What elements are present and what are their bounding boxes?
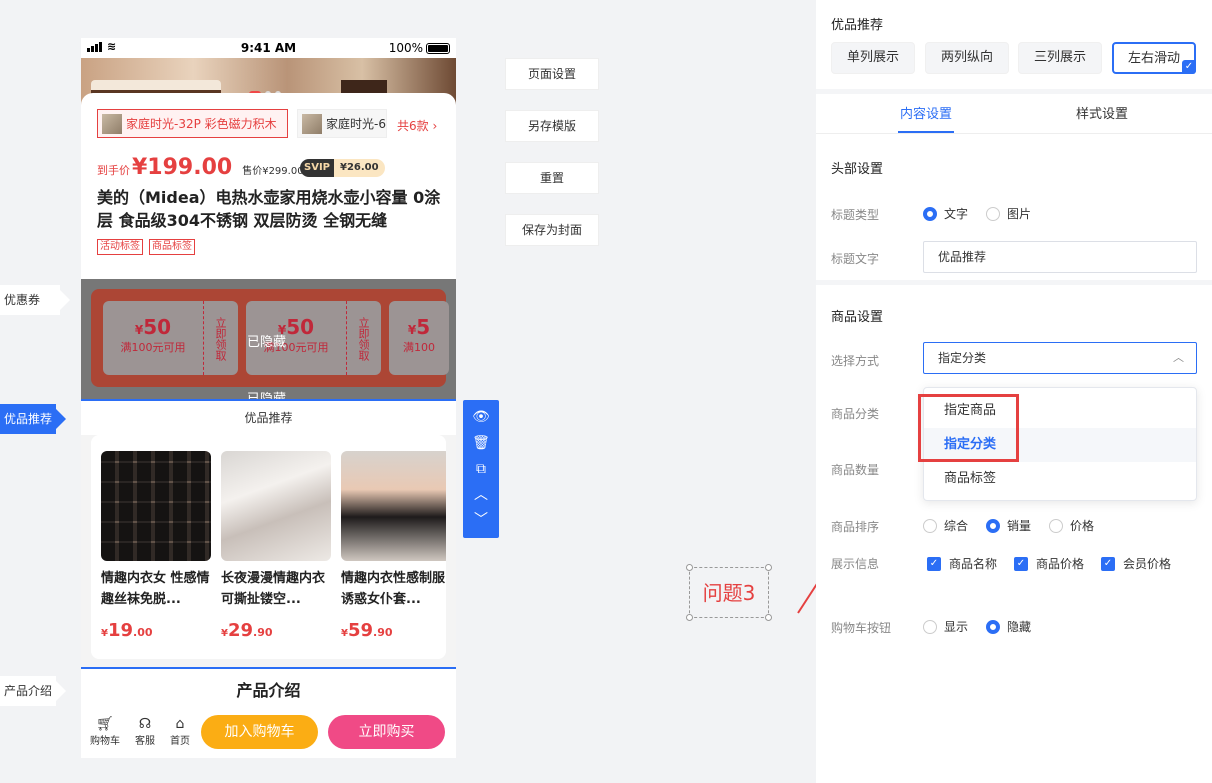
tag-product: 商品标签 <box>149 239 195 255</box>
chevron-right-icon: › <box>432 119 438 133</box>
count-label: 商品数量 <box>831 463 880 477</box>
sort-label: 商品排序 <box>831 520 880 534</box>
title-text-label: 标题文字 <box>831 252 880 266</box>
status-bar: ≋ 9:41 AM 100% <box>81 38 456 58</box>
goods-price: ¥59.90 <box>341 620 393 641</box>
side-label-youpin[interactable]: 优品推荐 <box>0 404 66 434</box>
goods-card[interactable]: 情趣内衣女 性感情趣丝袜免脱... ¥19.00 <box>101 451 211 641</box>
option-goods-tag[interactable]: 商品标签 <box>924 462 1196 496</box>
goods-name: 情趣内衣性感制服诱惑女仆套... <box>341 571 446 607</box>
svip-badge: SVIP ¥26.00 <box>300 159 385 177</box>
layout-single-column[interactable]: 单列展示 <box>831 42 915 74</box>
show-price-checkbox[interactable]: ✓ 商品价格 <box>1014 555 1084 572</box>
annotation-box[interactable]: 问题3 <box>686 564 772 621</box>
page-settings-button[interactable]: 页面设置 <box>505 58 599 90</box>
coupon-module-hidden[interactable]: ¥50 满100元可用 立即领取 ¥50 满100元可用 立即领取 ¥5 满100 已… <box>81 279 456 407</box>
save-as-cover-button[interactable]: 保存为封面 <box>505 214 599 246</box>
cart-button-label: 购物车按钮 <box>831 621 892 635</box>
youpin-goods-scroll[interactable]: 情趣内衣女 性感情趣丝袜免脱... ¥19.00 长夜漫漫情趣内衣可撕扯镂空..… <box>91 435 446 659</box>
goods-card[interactable]: 情趣内衣性感制服诱惑女仆套... ¥59.90 <box>341 451 446 641</box>
category-label: 商品分类 <box>831 407 880 421</box>
title-text-input[interactable]: 优品推荐 <box>923 241 1197 273</box>
title-type-text-radio[interactable]: 文字 <box>923 205 968 222</box>
eye-icon[interactable]: 👁︎ <box>463 408 499 426</box>
sort-sales-radio[interactable]: 销量 <box>986 517 1031 534</box>
annotation-text: 问题3 <box>702 581 756 605</box>
goods-image <box>221 451 331 561</box>
youpin-header: 优品推荐 <box>81 401 456 435</box>
home-icon: ⌂ <box>175 716 185 732</box>
select-mode-label: 选择方式 <box>831 354 880 368</box>
arrow-down-icon[interactable]: ﹀ <box>463 511 499 529</box>
tab-content-settings[interactable]: 内容设置 <box>866 96 986 134</box>
price-label: 到手价 <box>97 164 130 177</box>
add-to-cart-button[interactable]: 加入购物车 <box>201 715 318 749</box>
goods-section-title: 商品设置 <box>831 310 884 325</box>
product-info-card: 家庭时光-32P 彩色磁力积木 家庭时光-6 共6款 › 到手价 ¥199.00… <box>81 93 456 283</box>
cart-show-radio[interactable]: 显示 <box>923 618 968 635</box>
goods-image <box>341 451 446 561</box>
save-as-template-button[interactable]: 另存模版 <box>505 110 599 142</box>
coupon-card[interactable]: ¥5 满100 <box>389 301 449 375</box>
copy-icon[interactable]: ⧉ <box>463 460 499 478</box>
sku-option[interactable]: 家庭时光-6 <box>297 109 387 138</box>
panel-title: 优品推荐 <box>831 18 884 33</box>
cart-icon: 🛒︎ <box>96 716 114 732</box>
goods-name: 情趣内衣女 性感情趣丝袜免脱... <box>101 571 210 607</box>
product-title: 美的（Midea）电热水壶家用烧水壶小容量 0涂层 食品级304不锈钢 双层防烫… <box>97 188 441 230</box>
side-label-intro[interactable]: 产品介绍 <box>0 676 66 706</box>
coupon-card[interactable]: ¥50 满100元可用 立即领取 <box>103 301 238 375</box>
tag-activity: 活动标签 <box>97 239 143 255</box>
goods-card[interactable]: 长夜漫漫情趣内衣可撕扯镂空... ¥29.90 <box>221 451 331 641</box>
highlight-box <box>918 394 1019 462</box>
sku-more-link[interactable]: 共6款 › <box>397 117 437 134</box>
show-member-price-checkbox[interactable]: ✓ 会员价格 <box>1101 555 1171 572</box>
select-mode-select[interactable]: 指定分类 ︿ <box>923 342 1197 374</box>
sort-price-radio[interactable]: 价格 <box>1049 517 1094 534</box>
product-tags: 活动标签 商品标签 <box>97 239 195 255</box>
cart-hide-radio[interactable]: 隐藏 <box>986 618 1031 635</box>
cart-nav-button[interactable]: 🛒︎ 购物车 <box>88 716 122 747</box>
price: ¥199.00 <box>132 155 233 180</box>
settings-panel: 优品推荐 单列展示 两列纵向 三列展示 左右滑动 内容设置 样式设置 头部设置 … <box>816 0 1212 783</box>
battery-percent: 100% <box>388 41 423 55</box>
phone-preview: ≋ 9:41 AM 100% 家庭时光-32P 彩色磁力积木 家庭时光-6 共6… <box>81 38 456 758</box>
goods-name: 长夜漫漫情趣内衣可撕扯镂空... <box>221 571 326 607</box>
goods-price: ¥19.00 <box>101 620 153 641</box>
show-name-checkbox[interactable]: ✓ 商品名称 <box>927 555 997 572</box>
arrow-up-icon[interactable]: ︿ <box>463 486 499 504</box>
buy-now-button[interactable]: 立即购买 <box>328 715 445 749</box>
bottom-action-bar: 🛒︎ 购物车 ☊ 客服 ⌂ 首页 加入购物车 立即购买 <box>81 708 456 758</box>
price-row: 到手价 ¥199.00 售价¥299.00 <box>97 155 304 180</box>
layout-horizontal-scroll[interactable]: 左右滑动 <box>1112 42 1196 74</box>
youpin-module-selected[interactable]: 优品推荐 情趣内衣女 性感情趣丝袜免脱... ¥19.00 长夜漫漫情趣内衣可撕… <box>81 399 456 669</box>
reset-button[interactable]: 重置 <box>505 162 599 194</box>
sort-comprehensive-radio[interactable]: 综合 <box>923 517 968 534</box>
goods-price: ¥29.90 <box>221 620 273 641</box>
side-label-coupon[interactable]: 优惠券 <box>0 285 70 315</box>
hidden-label: 已隐藏 <box>247 335 287 350</box>
display-info-label: 展示信息 <box>831 557 880 571</box>
service-nav-button[interactable]: ☊ 客服 <box>128 716 162 747</box>
tab-style-settings[interactable]: 样式设置 <box>1042 96 1162 134</box>
sku-option-selected[interactable]: 家庭时光-32P 彩色磁力积木 <box>97 109 288 138</box>
layout-two-column[interactable]: 两列纵向 <box>925 42 1009 74</box>
layout-three-column[interactable]: 三列展示 <box>1018 42 1102 74</box>
title-type-image-radio[interactable]: 图片 <box>986 205 1031 222</box>
trash-icon[interactable]: 🗑︎ <box>463 434 499 452</box>
original-price: 售价¥299.00 <box>242 166 304 177</box>
header-section-title: 头部设置 <box>831 162 884 177</box>
goods-image <box>101 451 211 561</box>
headset-icon: ☊ <box>138 716 152 732</box>
title-type-label: 标题类型 <box>831 208 880 222</box>
sku-thumb <box>102 113 122 134</box>
home-nav-button[interactable]: ⌂ 首页 <box>163 716 197 747</box>
sku-thumb <box>302 113 322 134</box>
chevron-up-icon: ︿ <box>1173 351 1184 364</box>
module-toolbar: 👁︎ 🗑︎ ⧉ ︿ ﹀ <box>463 400 499 538</box>
battery-icon <box>426 42 450 54</box>
